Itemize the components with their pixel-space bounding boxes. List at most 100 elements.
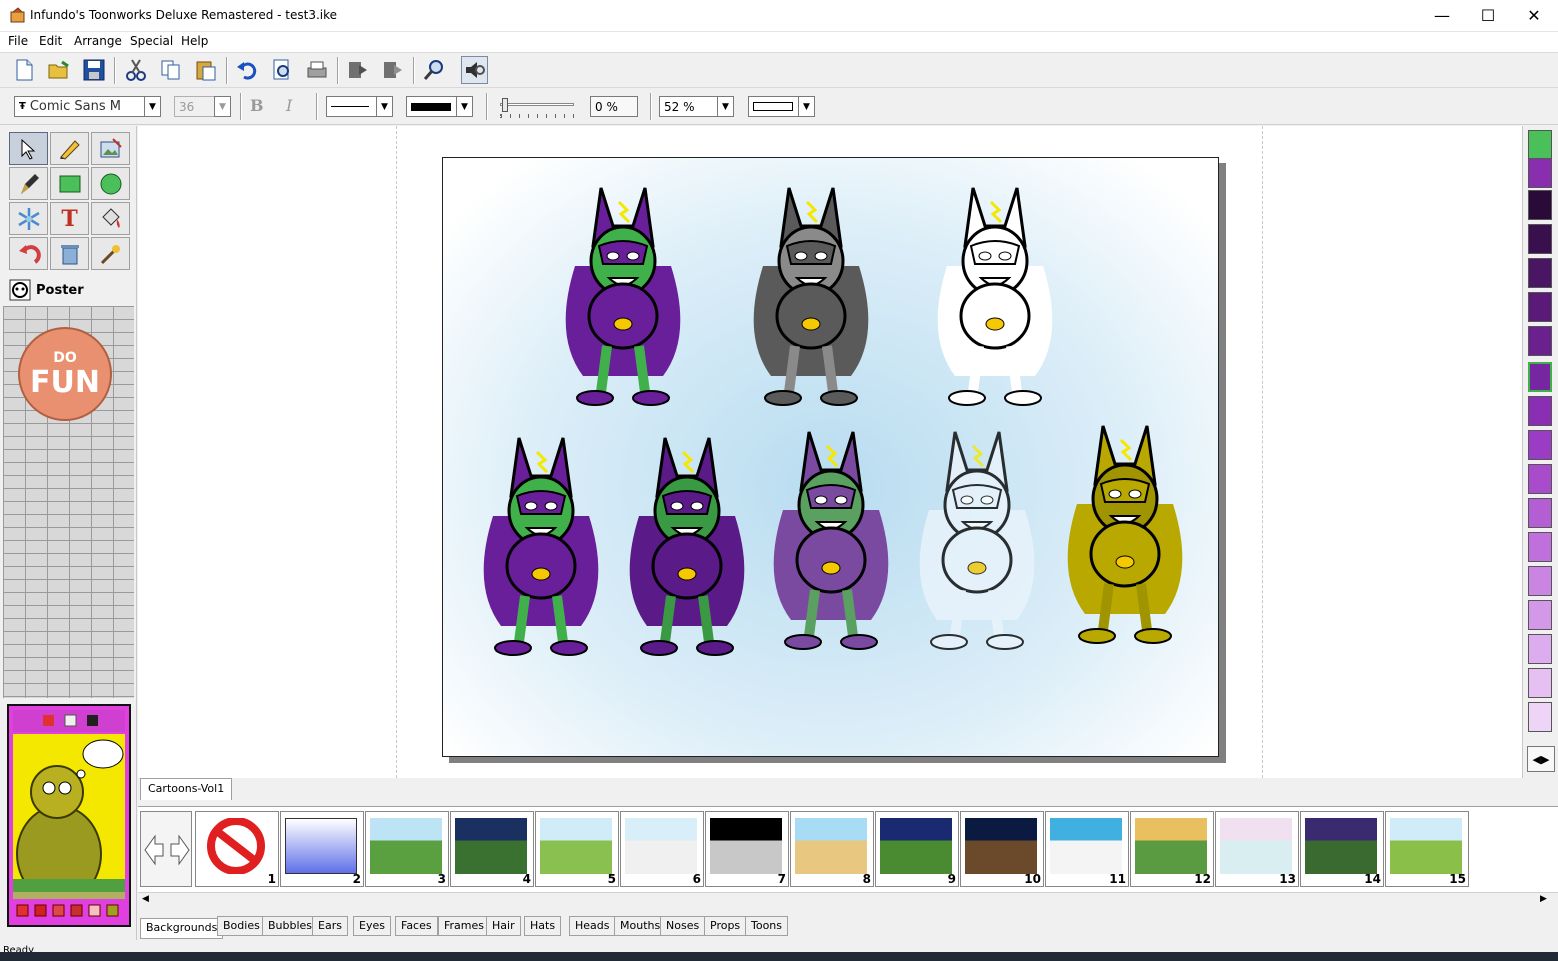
freeze-tool[interactable] [9, 202, 48, 235]
minimize-button[interactable]: — [1419, 0, 1465, 31]
swatch[interactable] [1528, 600, 1552, 630]
tab-bodies[interactable]: Bodies [217, 916, 266, 936]
swatch[interactable] [1528, 396, 1552, 426]
fill-tool[interactable] [91, 202, 130, 235]
swatch[interactable] [1528, 224, 1552, 254]
cut-button[interactable] [122, 56, 149, 84]
border-style-select[interactable]: ▼ [748, 96, 815, 117]
swatch[interactable] [1528, 498, 1552, 528]
bring-forward-button[interactable] [344, 56, 371, 84]
palette-scroll-arrows[interactable]: ◀▶ [1527, 746, 1555, 772]
rectangle-tool[interactable] [50, 167, 89, 200]
thumb-background[interactable]: 6 [620, 811, 704, 887]
bold-button[interactable]: B [250, 96, 270, 116]
menu-file[interactable]: File [8, 34, 28, 48]
tab-mouths[interactable]: Mouths [614, 916, 667, 936]
swatch-purple[interactable] [1528, 158, 1552, 188]
thumb-background[interactable]: 15 [1385, 811, 1469, 887]
menu-arrange[interactable]: Arrange [74, 34, 122, 48]
thumb-background[interactable]: 4 [450, 811, 534, 887]
close-button[interactable]: ✕ [1511, 0, 1557, 31]
tab-toons[interactable]: Toons [745, 916, 789, 936]
new-button[interactable] [10, 56, 37, 84]
swatch[interactable] [1528, 668, 1552, 698]
swatch[interactable] [1528, 464, 1552, 494]
save-button[interactable] [80, 56, 107, 84]
italic-button[interactable]: I [286, 96, 306, 116]
swatch-green[interactable] [1528, 130, 1552, 160]
print-button[interactable] [303, 56, 330, 84]
tab-heads[interactable]: Heads [569, 916, 616, 936]
thumb-background[interactable]: 9 [875, 811, 959, 887]
swatch[interactable] [1528, 258, 1552, 288]
horizontal-scrollbar[interactable]: ◀ ▶ [138, 892, 1558, 908]
open-button[interactable] [45, 56, 72, 84]
image-tool[interactable] [91, 132, 130, 165]
thumb-none[interactable]: 1 [195, 811, 279, 887]
tab-noses[interactable]: Noses [660, 916, 706, 936]
transparency-slider[interactable] [498, 95, 578, 119]
thumb-background[interactable]: 14 [1300, 811, 1384, 887]
thumb-background[interactable]: 5 [535, 811, 619, 887]
swatch[interactable] [1528, 702, 1552, 732]
thumb-background[interactable]: 3 [365, 811, 449, 887]
swatch[interactable] [1528, 326, 1552, 356]
thumb-background[interactable]: 12 [1130, 811, 1214, 887]
swatch[interactable] [1528, 292, 1552, 322]
tab-ears[interactable]: Ears [312, 916, 348, 936]
tab-props[interactable]: Props [704, 916, 747, 936]
swatch[interactable] [1528, 532, 1552, 562]
magic-tool[interactable] [91, 237, 130, 270]
sound-button[interactable] [461, 56, 488, 84]
thumb-background[interactable]: 7 [705, 811, 789, 887]
thumb-gradient[interactable]: 2 [280, 811, 364, 887]
delete-tool[interactable] [50, 237, 89, 270]
poster-page[interactable] [442, 157, 1219, 757]
circle-icon [100, 173, 121, 194]
font-size-select[interactable]: 36 ▼ [174, 96, 231, 117]
tab-cartoons-vol1[interactable]: Cartoons-Vol1 [140, 778, 233, 800]
tab-hair[interactable]: Hair [486, 916, 521, 936]
undo-tool[interactable] [9, 237, 48, 270]
swatch[interactable] [1528, 190, 1552, 220]
swatch-selected[interactable] [1528, 362, 1552, 392]
tab-bubbles[interactable]: Bubbles [262, 916, 319, 936]
maximize-button[interactable]: ☐ [1465, 0, 1511, 31]
tab-eyes[interactable]: Eyes [353, 916, 391, 936]
palette-toon-card[interactable] [7, 704, 131, 927]
strip-nav-buttons[interactable] [140, 811, 192, 887]
swatch[interactable] [1528, 634, 1552, 664]
tab-frames[interactable]: Frames [438, 916, 491, 936]
tab-faces[interactable]: Faces [395, 916, 438, 936]
font-select[interactable]: Ŧ Comic Sans M ▼ [14, 96, 161, 117]
ellipse-tool[interactable] [91, 167, 130, 200]
menu-edit[interactable]: Edit [39, 34, 62, 48]
menu-help[interactable]: Help [181, 34, 208, 48]
tab-hats[interactable]: Hats [524, 916, 562, 936]
print-preview-button[interactable] [268, 56, 295, 84]
scroll-right-icon[interactable]: ▶ [1540, 894, 1547, 904]
thumb-background[interactable]: 13 [1215, 811, 1299, 887]
send-backward-button[interactable] [379, 56, 406, 84]
undo-button[interactable] [233, 56, 260, 84]
scroll-left-icon[interactable]: ◀ [142, 894, 149, 904]
pen-tool[interactable] [9, 167, 48, 200]
copy-button[interactable] [157, 56, 184, 84]
text-tool[interactable]: T [50, 202, 89, 235]
tab-backgrounds[interactable]: Backgrounds [140, 918, 224, 939]
poster-mode-row[interactable]: Poster [7, 277, 135, 305]
thumb-background[interactable]: 11 [1045, 811, 1129, 887]
swatch[interactable] [1528, 430, 1552, 460]
zoom-button[interactable] [420, 56, 447, 84]
thumb-background[interactable]: 10 [960, 811, 1044, 887]
select-tool[interactable] [9, 132, 48, 165]
swatch[interactable] [1528, 566, 1552, 596]
line-width-select[interactable]: ▼ [406, 96, 473, 117]
paste-button[interactable] [192, 56, 219, 84]
thumb-background[interactable]: 8 [790, 811, 874, 887]
zoom-select[interactable]: 52 % ▼ [659, 96, 734, 117]
pencil-tool[interactable] [50, 132, 89, 165]
winter-village-scene [1050, 818, 1122, 874]
menu-special[interactable]: Special [130, 34, 173, 48]
line-style-select[interactable]: ▼ [326, 96, 393, 117]
